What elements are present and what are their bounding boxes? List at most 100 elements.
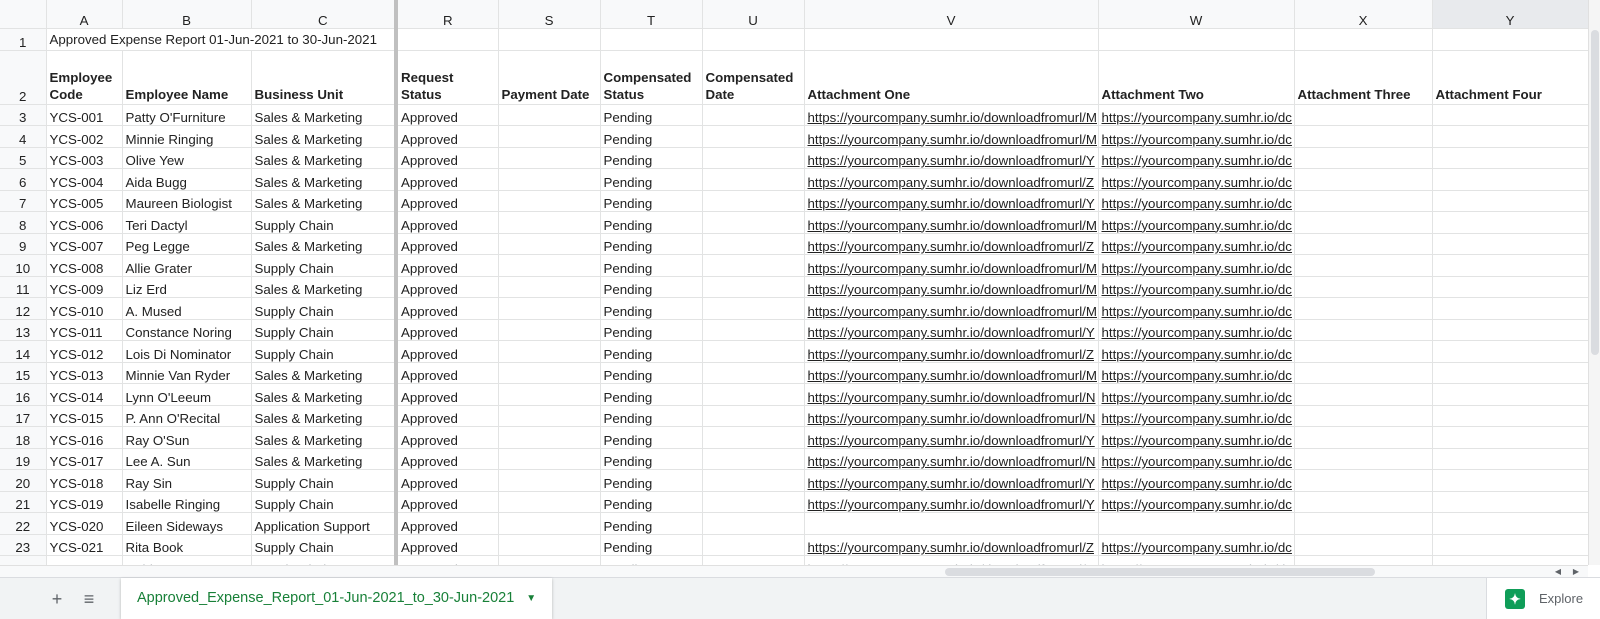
cell-unit[interactable]: Supply Chain	[251, 555, 398, 565]
cell-code[interactable]: YCS-014	[46, 383, 123, 406]
cell[interactable]	[1294, 383, 1433, 406]
cell-comp[interactable]: Pending	[600, 469, 703, 492]
cell-att2[interactable]: https://yourcompany.sumhr.io/dc	[1098, 125, 1295, 148]
cell-code[interactable]: YCS-021	[46, 534, 123, 556]
cell-code[interactable]: YCS-005	[46, 190, 123, 212]
cell-code[interactable]: YCS-007	[46, 233, 123, 255]
cell-code[interactable]: YCS-018	[46, 469, 123, 492]
cell-att2[interactable]: https://yourcompany.sumhr.io/dc	[1098, 104, 1295, 126]
cell[interactable]	[1098, 28, 1295, 51]
cell[interactable]	[702, 469, 805, 492]
cell-unit[interactable]: Sales & Marketing	[251, 426, 398, 449]
header-cell[interactable]: Attachment One	[804, 50, 1099, 105]
cell-att2[interactable]: https://yourcompany.sumhr.io/dc	[1098, 405, 1295, 427]
cell-status[interactable]: Approved	[396, 534, 499, 556]
cell-status[interactable]: Approved	[396, 190, 499, 212]
cell-code[interactable]: YCS-017	[46, 448, 123, 470]
cell[interactable]	[1432, 448, 1588, 470]
row-header[interactable]: 1	[0, 28, 47, 51]
vertical-scroll-thumb[interactable]	[1591, 30, 1599, 355]
row-header[interactable]: 7	[0, 190, 47, 212]
cell-comp[interactable]: Pending	[600, 340, 703, 363]
cell-att2[interactable]: https://yourcompany.sumhr.io/dc	[1098, 168, 1295, 191]
cell-unit[interactable]: Sales & Marketing	[251, 383, 398, 406]
cell-name[interactable]: Robin Tr	[122, 555, 252, 565]
cell-unit[interactable]: Sales & Marketing	[251, 276, 398, 298]
cell[interactable]	[600, 28, 703, 51]
header-cell[interactable]: Attachment Four	[1432, 50, 1588, 105]
cell[interactable]	[1432, 534, 1588, 556]
cell[interactable]	[1294, 491, 1433, 513]
cell[interactable]	[1294, 168, 1433, 191]
cell[interactable]	[498, 233, 601, 255]
cell-att2[interactable]: https://yourcompany.sumhr.io/dc	[1098, 555, 1295, 565]
cell[interactable]	[702, 125, 805, 148]
report-title-cell[interactable]: Approved Expense Report 01-Jun-2021 to 3…	[46, 28, 398, 51]
cell-status[interactable]: Approved	[396, 297, 499, 320]
cell-unit[interactable]: Sales & Marketing	[251, 448, 398, 470]
cell[interactable]	[804, 28, 1099, 51]
cell[interactable]	[1432, 555, 1588, 565]
cell-name[interactable]: Allie Grater	[122, 254, 252, 277]
cell[interactable]	[498, 512, 601, 535]
cell-unit[interactable]: Supply Chain	[251, 491, 398, 513]
cell-att2[interactable]: https://yourcompany.sumhr.io/dc	[1098, 254, 1295, 277]
row-header[interactable]: 5	[0, 147, 47, 169]
cell[interactable]	[1294, 448, 1433, 470]
cell-comp[interactable]: Pending	[600, 534, 703, 556]
cell-code[interactable]: YCS-006	[46, 211, 123, 234]
cell[interactable]	[1294, 125, 1433, 148]
cell[interactable]	[1432, 254, 1588, 277]
cell[interactable]	[702, 297, 805, 320]
cell[interactable]	[1294, 28, 1433, 51]
cell-att2[interactable]: https://yourcompany.sumhr.io/dc	[1098, 340, 1295, 363]
cell-att1[interactable]: https://yourcompany.sumhr.io/downloadfro…	[804, 319, 1099, 341]
column-header-t[interactable]: T	[600, 0, 703, 29]
cell[interactable]	[1432, 491, 1588, 513]
cell-att1[interactable]: https://yourcompany.sumhr.io/downloadfro…	[804, 448, 1099, 470]
cell-name[interactable]: Patty O'Furniture	[122, 104, 252, 126]
cell-comp[interactable]: Pending	[600, 383, 703, 406]
cell-att1[interactable]: https://yourcompany.sumhr.io/downloadfro…	[804, 426, 1099, 449]
cell[interactable]	[1294, 190, 1433, 212]
cell-code[interactable]: YCS-003	[46, 147, 123, 169]
cell[interactable]	[702, 276, 805, 298]
cell-status[interactable]: Approved	[396, 319, 499, 341]
cell[interactable]	[1294, 147, 1433, 169]
cell-unit[interactable]: Sales & Marketing	[251, 147, 398, 169]
cell-status[interactable]: Approved	[396, 125, 499, 148]
row-header[interactable]: 19	[0, 448, 47, 470]
cell-name[interactable]: Constance Noring	[122, 319, 252, 341]
cell-name[interactable]: Liz Erd	[122, 276, 252, 298]
cell-name[interactable]: Lois Di Nominator	[122, 340, 252, 363]
cell[interactable]	[498, 104, 601, 126]
cell-status[interactable]: Approved	[396, 276, 499, 298]
cell-comp[interactable]: Pending	[600, 362, 703, 384]
header-cell[interactable]: Request Status	[396, 50, 499, 105]
header-cell[interactable]: Business Unit	[251, 50, 398, 105]
cell-code[interactable]: YCS-011	[46, 319, 123, 341]
cell[interactable]	[1432, 383, 1588, 406]
cell-status[interactable]: Approved	[396, 383, 499, 406]
cell[interactable]	[702, 233, 805, 255]
cell-status[interactable]: Approved	[396, 147, 499, 169]
cell-att1[interactable]: https://yourcompany.sumhr.io/downloadfro…	[804, 104, 1099, 126]
cell[interactable]	[1294, 405, 1433, 427]
cell-unit[interactable]: Sales & Marketing	[251, 125, 398, 148]
cell-comp[interactable]: Pending	[600, 125, 703, 148]
cell-comp[interactable]: Pending	[600, 448, 703, 470]
cell-att1[interactable]: https://yourcompany.sumhr.io/downloadfro…	[804, 233, 1099, 255]
cell[interactable]	[702, 362, 805, 384]
cell-status[interactable]: Approved	[396, 448, 499, 470]
header-cell[interactable]: Compensated Date	[702, 50, 805, 105]
cell-unit[interactable]: Sales & Marketing	[251, 190, 398, 212]
cell-code[interactable]: YCS-022	[46, 555, 123, 565]
column-header-a[interactable]: A	[46, 0, 123, 29]
cell[interactable]	[1432, 362, 1588, 384]
cell[interactable]	[1432, 28, 1588, 51]
cell-comp[interactable]: Pending	[600, 426, 703, 449]
row-header[interactable]: 9	[0, 233, 47, 255]
row-header[interactable]: 13	[0, 319, 47, 341]
row-header[interactable]: 21	[0, 491, 47, 513]
cell-code[interactable]: YCS-002	[46, 125, 123, 148]
